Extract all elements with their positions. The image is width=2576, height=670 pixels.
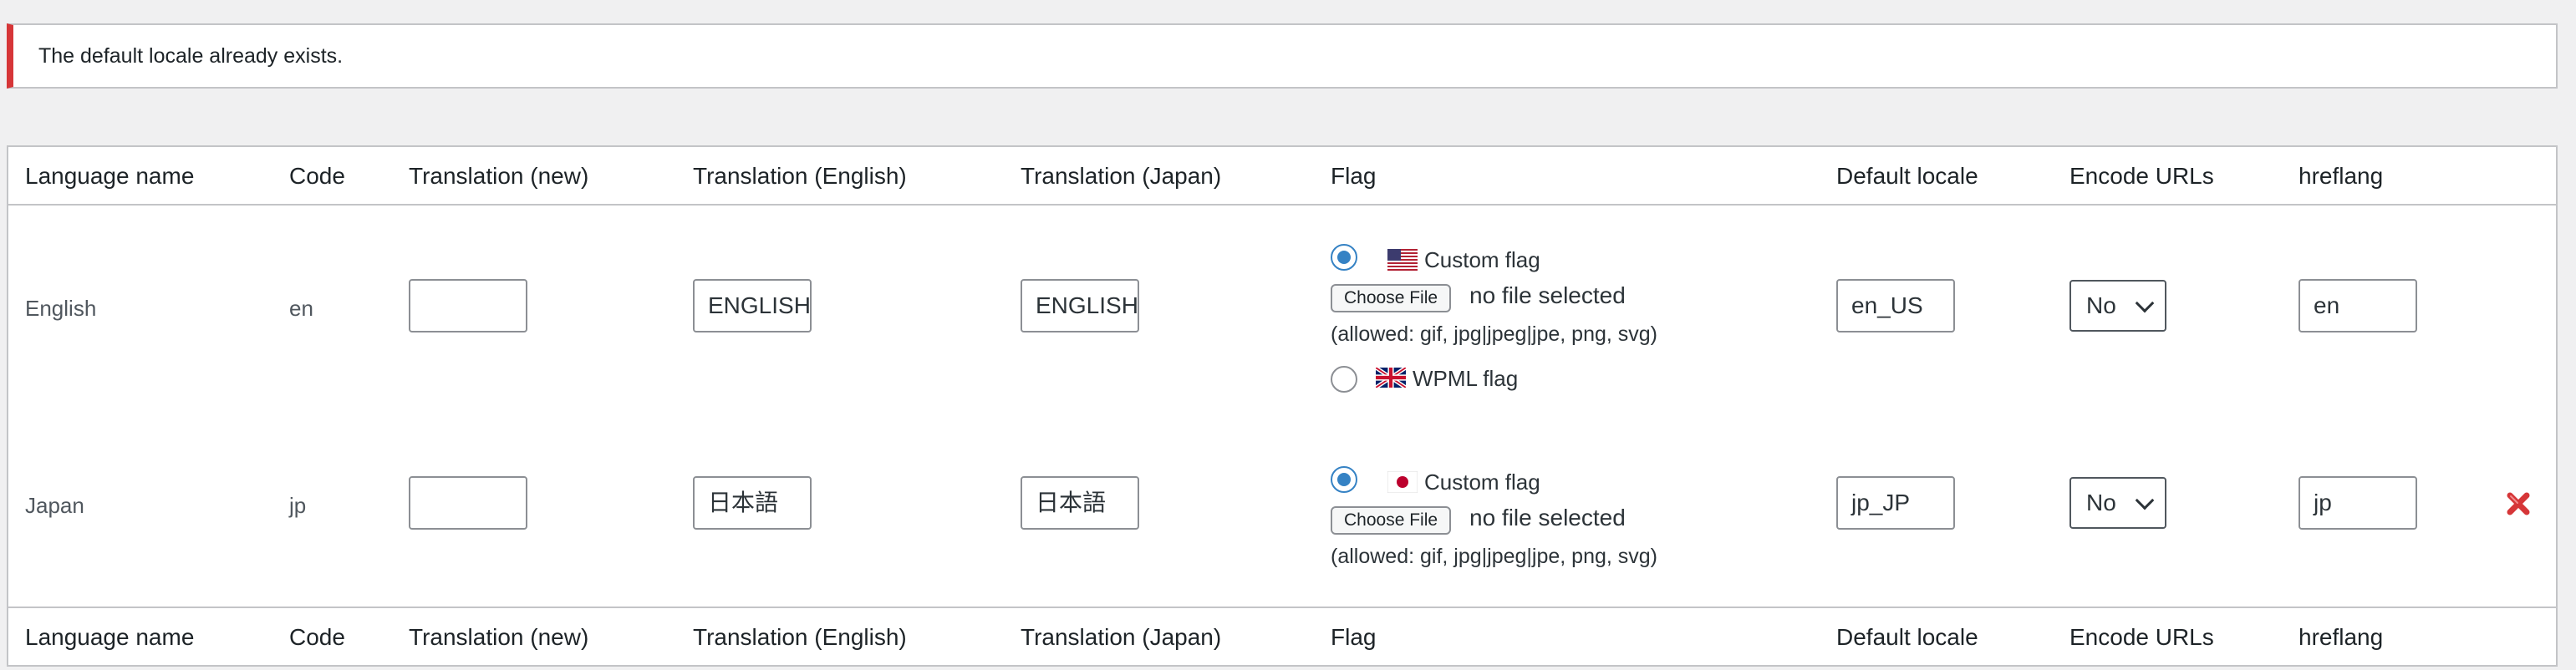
- wpml-flag-label: WPML flag: [1413, 366, 1519, 391]
- custom-flag-label: Custom flag: [1424, 247, 1540, 272]
- col-code: Code: [289, 624, 345, 650]
- col-language-name: Language name: [25, 624, 195, 650]
- custom-flag-label: Custom flag: [1424, 470, 1540, 495]
- language-code: en: [289, 296, 313, 321]
- col-code: Code: [289, 163, 345, 189]
- table-footer: Language name Code Translation (new) Tra…: [8, 607, 2556, 665]
- translation-english-input[interactable]: ENGLISH: [693, 279, 812, 332]
- allowed-file-types: (allowed: gif, jpg|jpeg|jpe, png, svg): [1331, 545, 1657, 568]
- japan-flag-icon: [1387, 471, 1418, 493]
- chevron-down-icon: [2135, 293, 2155, 313]
- language-name: English: [25, 296, 97, 321]
- file-status: no file selected: [1469, 282, 1626, 308]
- encode-urls-select[interactable]: No: [2069, 280, 2166, 332]
- col-translation-japan: Translation (Japan): [1021, 163, 1222, 189]
- default-locale-input[interactable]: jp_JP: [1836, 476, 1955, 530]
- file-status: no file selected: [1469, 505, 1626, 530]
- col-translation-new: Translation (new): [409, 163, 589, 189]
- col-default-locale: Default locale: [1836, 624, 1978, 650]
- col-flag: Flag: [1331, 624, 1377, 650]
- col-translation-new: Translation (new): [409, 624, 589, 650]
- language-name: Japan: [25, 493, 84, 518]
- col-encode-urls: Encode URLs: [2069, 163, 2214, 189]
- languages-table: Language name Code Translation (new) Tra…: [7, 145, 2558, 667]
- col-hreflang: hreflang: [2299, 163, 2384, 189]
- custom-flag-radio[interactable]: [1331, 244, 1357, 271]
- choose-file-button[interactable]: Choose File: [1331, 284, 1452, 312]
- translation-japan-input[interactable]: 日本語: [1021, 476, 1139, 530]
- col-language-name: Language name: [25, 163, 195, 189]
- chevron-down-icon: [2135, 490, 2155, 510]
- allowed-file-types: (allowed: gif, jpg|jpeg|jpe, png, svg): [1331, 322, 1657, 346]
- translation-new-input[interactable]: [409, 476, 527, 530]
- table-row: Japan jp 日本語 日本語 Custom flag Choose File…: [8, 429, 2556, 608]
- hreflang-input[interactable]: en: [2299, 279, 2417, 332]
- col-flag: Flag: [1331, 163, 1377, 189]
- encode-urls-value: No: [2086, 292, 2116, 318]
- language-code: jp: [289, 493, 307, 518]
- col-translation-english: Translation (English): [693, 163, 907, 189]
- hreflang-input[interactable]: jp: [2299, 476, 2417, 530]
- table-row: English en ENGLISH ENGLISH Custom flag C…: [8, 207, 2556, 429]
- col-encode-urls: Encode URLs: [2069, 624, 2214, 650]
- us-flag-icon: [1387, 249, 1418, 271]
- wpml-flag-radio[interactable]: [1331, 366, 1357, 393]
- col-translation-japan: Translation (Japan): [1021, 624, 1222, 650]
- encode-urls-select[interactable]: No: [2069, 477, 2166, 529]
- delete-icon[interactable]: [2506, 491, 2531, 516]
- encode-urls-value: No: [2086, 490, 2116, 515]
- translation-new-input[interactable]: [409, 279, 527, 332]
- error-notice: The default locale already exists.: [7, 23, 2558, 89]
- custom-flag-radio[interactable]: [1331, 466, 1357, 493]
- table-header: Language name Code Translation (new) Tra…: [8, 147, 2556, 206]
- uk-flag-icon: [1376, 368, 1406, 388]
- default-locale-input[interactable]: en_US: [1836, 279, 1955, 332]
- notice-message: The default locale already exists.: [38, 43, 344, 68]
- col-translation-english: Translation (English): [693, 624, 907, 650]
- col-hreflang: hreflang: [2299, 624, 2384, 650]
- translation-japan-input[interactable]: ENGLISH: [1021, 279, 1139, 332]
- choose-file-button[interactable]: Choose File: [1331, 506, 1452, 535]
- translation-english-input[interactable]: 日本語: [693, 476, 812, 530]
- col-default-locale: Default locale: [1836, 163, 1978, 189]
